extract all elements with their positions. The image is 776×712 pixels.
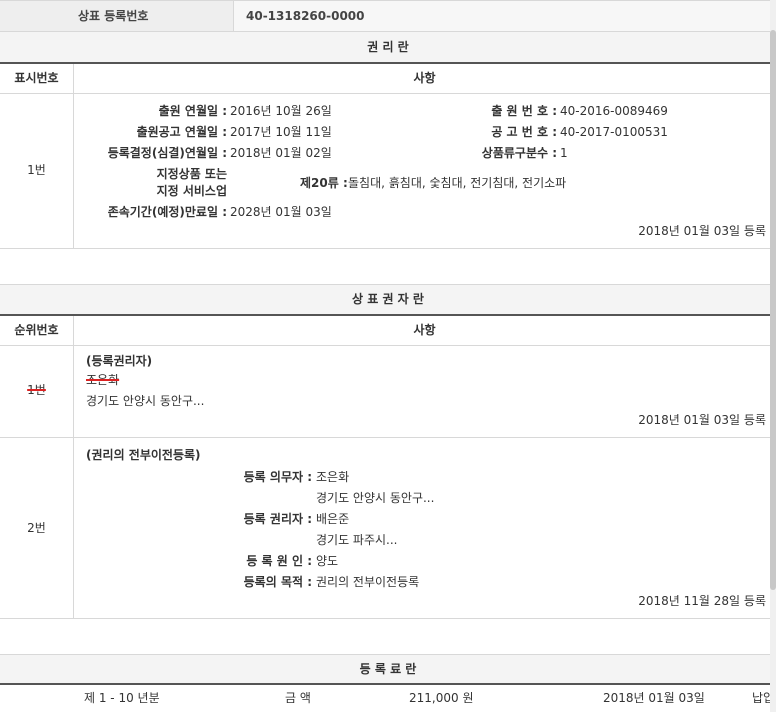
field-value: 2018년 01월 02일 bbox=[230, 146, 332, 160]
field-label: 상품류구분수 : bbox=[481, 146, 557, 160]
scrollbar-thumb[interactable] bbox=[770, 30, 776, 590]
owners-section-title: 상 표 권 자 란 bbox=[352, 292, 424, 306]
owner-row2-num: 2번 bbox=[27, 521, 46, 535]
rights-col-content: 사항 bbox=[413, 71, 436, 85]
field-value: 1 bbox=[560, 146, 568, 160]
owner-row1-num: 1번 bbox=[27, 383, 46, 397]
field-label: 출원공고 연월일 : bbox=[136, 125, 227, 139]
fees-section-title: 등 록 료 란 bbox=[359, 662, 417, 676]
holder-name: 배은준 bbox=[316, 512, 350, 526]
fee-amount: 211,000 원 bbox=[409, 691, 474, 705]
field-value: 2016년 10월 26일 bbox=[230, 104, 332, 118]
holder-label: 등록 권리자 : bbox=[243, 512, 312, 526]
owner-row1-address: 경기도 안양시 동안구... bbox=[86, 394, 205, 408]
reg-number-label: 상표 등록번호 bbox=[78, 9, 149, 23]
purpose-label: 등록의 목적 : bbox=[243, 575, 312, 589]
cause-value: 양도 bbox=[316, 554, 339, 568]
owner-row2-heading: (권리의 전부이전등록) bbox=[86, 448, 201, 462]
field-label: 존속기간(예정)만료일 : bbox=[107, 205, 227, 219]
field-value: 40-2017-0100531 bbox=[560, 125, 668, 139]
obligor-name: 조은화 bbox=[316, 470, 350, 484]
owner-row1-num-cell: 1번 bbox=[0, 382, 73, 398]
rights-row-num: 1번 bbox=[27, 163, 46, 177]
owners-col-content: 사항 bbox=[413, 323, 436, 337]
fee-period: 제 1 - 10 년분 bbox=[84, 691, 160, 705]
owner-row2-date: 2018년 11월 28일 등록 bbox=[638, 594, 766, 608]
cause-label: 등 록 원 인 : bbox=[246, 554, 312, 568]
obligor-address: 경기도 안양시 동안구... bbox=[316, 491, 435, 505]
designated-items: 돌침대, 흙침대, 숯침대, 전기침대, 전기소파 bbox=[348, 176, 567, 190]
field-value: 2017년 10월 11일 bbox=[230, 125, 332, 139]
designated-label-1: 지정상품 또는 bbox=[156, 167, 227, 181]
field-label: 출 원 번 호 : bbox=[491, 104, 557, 118]
holder-address: 경기도 파주시... bbox=[316, 533, 398, 547]
obligor-label: 등록 의무자 : bbox=[243, 470, 312, 484]
designated-label-2: 지정 서비스업 bbox=[156, 184, 227, 198]
rights-section-title: 권 리 란 bbox=[367, 40, 409, 54]
field-label: 등록결정(심결)연월일 : bbox=[107, 146, 227, 160]
owners-col-num: 순위번호 bbox=[14, 323, 59, 337]
owner-row1-name: 조은화 bbox=[86, 373, 120, 387]
owner-row1-heading: (등록권리자) bbox=[86, 354, 153, 368]
field-label: 공 고 번 호 : bbox=[491, 125, 557, 139]
reg-number-row: 상표 등록번호 40-1318260-0000 bbox=[0, 0, 776, 32]
rights-col-num: 표시번호 bbox=[14, 71, 59, 85]
fee-amount-label: 금 액 bbox=[285, 691, 311, 705]
reg-number-value: 40-1318260-0000 bbox=[246, 9, 365, 23]
purpose-value: 권리의 전부이전등록 bbox=[316, 575, 420, 589]
designated-class: 제20류 : bbox=[300, 176, 348, 190]
field-value: 2028년 01월 03일 bbox=[230, 205, 332, 219]
rights-reg-date: 2018년 01월 03일 등록 bbox=[638, 224, 766, 238]
field-value: 40-2016-0089469 bbox=[560, 104, 668, 118]
fee-date: 2018년 01월 03일 bbox=[603, 691, 705, 705]
owner-row1-date: 2018년 01월 03일 등록 bbox=[638, 413, 766, 427]
field-label: 출원 연월일 : bbox=[158, 104, 227, 118]
